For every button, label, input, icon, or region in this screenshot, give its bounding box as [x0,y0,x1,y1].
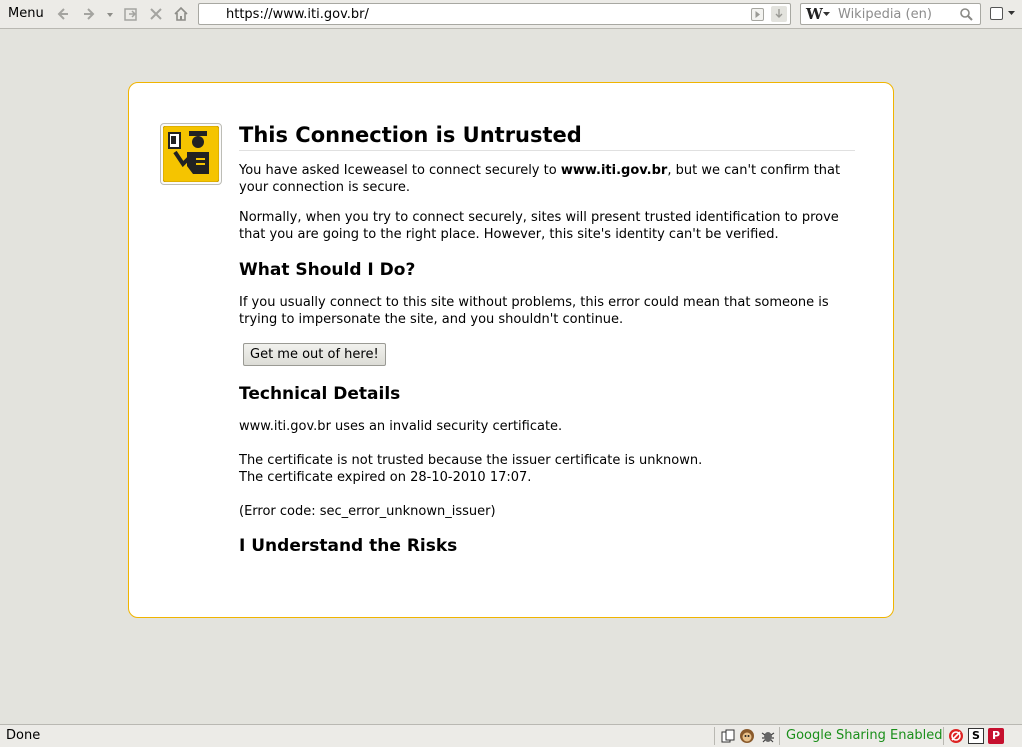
home-icon[interactable] [172,5,190,23]
history-dropdown-icon[interactable] [101,5,119,23]
tech-expired: The certificate expired on 28-10-2010 17… [239,470,532,485]
search-bar[interactable]: W Wikipedia (en) [800,3,981,25]
monkey-icon[interactable] [739,728,755,744]
menu-button[interactable]: Menu [8,6,44,21]
what-should-i-do-heading[interactable]: What Should I Do? [239,260,855,280]
url-text[interactable]: https://www.iti.gov.br/ [226,7,369,22]
status-text: Done [6,728,41,743]
understand-risks-heading[interactable]: I Understand the Risks [239,536,855,556]
chevron-down-icon[interactable] [1008,11,1015,16]
host-name: www.iti.gov.br [560,163,668,178]
certificate-officer-icon [160,123,222,185]
tech-not-trusted: The certificate is not trusted because t… [239,453,703,468]
wikipedia-icon[interactable]: W [806,5,823,23]
forward-icon[interactable] [80,5,98,23]
clipboard-icon[interactable] [720,728,736,744]
bug-icon[interactable] [760,728,776,744]
page-icon[interactable] [122,5,140,23]
search-input[interactable]: Wikipedia (en) [838,7,932,22]
intro-paragraph: You have asked Iceweasel to connect secu… [239,163,841,195]
what-should-i-do-text: If you usually connect to this site with… [239,295,829,327]
back-icon[interactable] [54,5,72,23]
go-icon[interactable] [751,8,764,21]
cert-error-box: This Connection is Untrusted You have as… [128,82,894,618]
technical-details-heading[interactable]: Technical Details [239,384,855,404]
get-me-out-button[interactable]: Get me out of here! [243,343,386,366]
tech-invalid-cert: www.iti.gov.br uses an invalid security … [239,419,563,434]
search-icon[interactable] [959,7,974,22]
page-title: This Connection is Untrusted [239,123,855,151]
navigation-toolbar: Menu https://www.iti.gov.br/ W Wikipedia… [0,0,1022,29]
status-bar: Done Google Sharing Enabled S P [0,724,1022,747]
url-bar[interactable]: https://www.iti.gov.br/ [198,3,791,25]
bookmark-menu-icon[interactable] [990,7,1003,20]
error-content: This Connection is Untrusted You have as… [239,123,855,556]
stop-icon[interactable] [147,5,165,23]
google-sharing-status[interactable]: Google Sharing Enabled [786,728,943,743]
p-badge-icon[interactable]: P [988,728,1004,744]
normally-paragraph: Normally, when you try to connect secure… [239,210,839,242]
dropmarker-icon[interactable] [771,6,787,22]
search-engine-dropdown-icon[interactable] [823,12,830,17]
s-badge-icon[interactable]: S [968,728,984,744]
tech-error-code: (Error code: sec_error_unknown_issuer) [239,504,496,519]
noscript-icon[interactable] [948,728,964,744]
